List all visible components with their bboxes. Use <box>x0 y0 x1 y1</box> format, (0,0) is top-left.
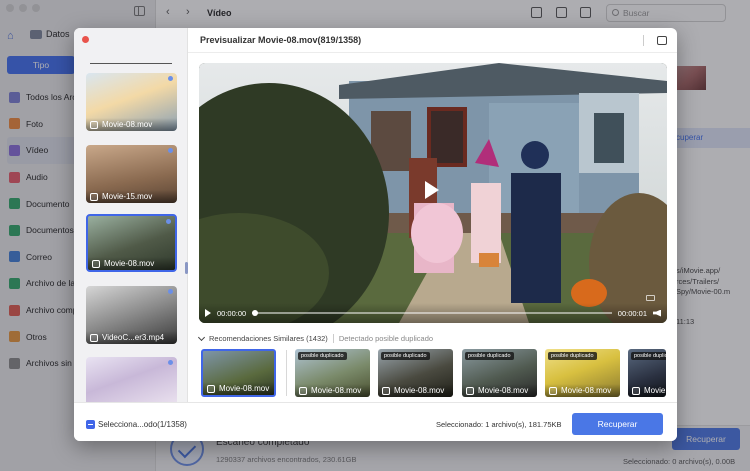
file-checkbox[interactable] <box>207 384 215 393</box>
strip-divider <box>286 350 287 396</box>
file-thumbnail[interactable]: Movie-08.mov <box>86 214 177 272</box>
play-overlay-icon[interactable] <box>425 181 439 199</box>
similar-thumbnail[interactable]: posible duplicado Movie-08.mov <box>462 349 537 397</box>
file-checkbox[interactable] <box>90 192 98 201</box>
chevron-down-icon[interactable] <box>197 333 206 341</box>
play-icon[interactable] <box>205 309 211 317</box>
file-thumbnail[interactable]: VideoC...er3.mp4 <box>86 286 177 344</box>
thumbnail-caption: Movie-08.mov <box>378 384 453 397</box>
status-dot-icon <box>168 76 173 81</box>
time-current: 00:00:00 <box>217 308 247 318</box>
thumbnail-caption: Movie-08.mov <box>88 257 175 270</box>
thumbnail-caption: Movie <box>628 384 666 397</box>
file-name: Movie <box>644 386 666 395</box>
volume-icon[interactable] <box>653 309 661 317</box>
select-all-label[interactable]: Selecciona...odo(1/1358) <box>98 420 187 429</box>
time-total: 00:00:01 <box>617 308 647 318</box>
list-divider <box>90 63 172 64</box>
thumbnail-caption: Movie-08.mov <box>86 118 177 131</box>
file-name: Movie-08.mov <box>561 386 612 395</box>
similar-thumbnail[interactable]: posible duplicado Movie-08.mov <box>378 349 453 397</box>
select-all-checkbox[interactable] <box>86 420 95 429</box>
file-name: Movie-08.mov <box>311 386 362 395</box>
header-divider <box>188 52 677 53</box>
similar-thumbnail[interactable]: posible duplicado Movie <box>628 349 666 397</box>
seek-bar[interactable] <box>252 310 612 316</box>
file-checkbox[interactable] <box>549 386 557 395</box>
similar-thumbnail[interactable]: posible duplicado Movie-08.mov <box>545 349 620 397</box>
file-checkbox[interactable] <box>382 386 390 395</box>
file-name: Movie-08.mov <box>478 386 529 395</box>
file-checkbox[interactable] <box>299 386 307 395</box>
status-dot-icon <box>166 219 171 224</box>
thumbnail-caption: Movie-08.mov <box>462 384 537 397</box>
file-checkbox[interactable] <box>632 386 640 395</box>
file-checkbox[interactable] <box>92 259 100 268</box>
thumbnail-caption: Movie-08.mov <box>203 382 274 395</box>
dialog-title: Previsualizar Movie-08.mov(819/1358) <box>200 35 362 45</box>
recover-button[interactable]: Recuperar <box>572 413 663 435</box>
file-name: Movie-08.mov <box>104 259 155 268</box>
file-checkbox[interactable] <box>90 120 98 129</box>
status-dot-icon <box>168 148 173 153</box>
export-icon[interactable] <box>657 36 667 45</box>
duplicate-badge: posible duplicado <box>298 352 347 360</box>
close-dialog-button[interactable] <box>82 36 89 43</box>
similar-header: Recomendaciones Similares (1432) Detecta… <box>197 333 434 343</box>
thumbnail-caption: Movie-15.mov <box>86 190 177 203</box>
file-thumbnail[interactable]: Movie-08.mov <box>86 73 177 131</box>
thumbnail-scrollbar[interactable] <box>185 262 188 274</box>
player-controls: 00:00:00 00:00:01 <box>199 303 667 323</box>
preview-dialog: Movie-08.mov Movie-15.mov Movie-08.mov Vide… <box>74 28 677 441</box>
similar-divider <box>332 334 334 343</box>
file-checkbox[interactable] <box>466 386 474 395</box>
seek-handle[interactable] <box>252 310 259 316</box>
thumbnail-caption: Movie-08.mov <box>545 384 620 397</box>
thumbnail-caption: Movie-08.mov <box>295 384 370 397</box>
duplicate-badge: posible duplicado <box>631 352 666 360</box>
file-name: Movie-15.mov <box>102 192 153 201</box>
file-thumbnail[interactable]: Movie-15.mov <box>86 145 177 203</box>
file-checkbox[interactable] <box>90 333 98 342</box>
file-name: VideoC...er3.mp4 <box>102 333 165 342</box>
duplicate-badge: posible duplicado <box>548 352 597 360</box>
thumbnail-caption: VideoC...er3.mp4 <box>86 331 177 344</box>
selected-summary: Seleccionado: 1 archivo(s), 181.75KB <box>436 420 562 429</box>
status-dot-icon <box>168 360 173 365</box>
title-divider <box>643 35 644 46</box>
file-thumbnail-list: Movie-08.mov Movie-15.mov Movie-08.mov Vide… <box>74 28 188 415</box>
file-name: Movie-08.mov <box>219 384 270 393</box>
file-name: Movie-08.mov <box>394 386 445 395</box>
similar-thumbnail[interactable]: Movie-08.mov <box>201 349 276 397</box>
similar-label: Recomendaciones Similares (1432) <box>209 334 328 343</box>
status-dot-icon <box>168 289 173 294</box>
video-player[interactable]: 00:00:00 00:00:01 <box>199 63 667 323</box>
file-name: Movie-08.mov <box>102 120 153 129</box>
duplicate-label: Detectado posible duplicado <box>338 334 434 343</box>
duplicate-badge: posible duplicado <box>381 352 430 360</box>
similar-thumbnail[interactable]: posible duplicado Movie-08.mov <box>295 349 370 397</box>
duplicate-badge: posible duplicado <box>465 352 514 360</box>
fullscreen-icon[interactable] <box>646 295 655 301</box>
